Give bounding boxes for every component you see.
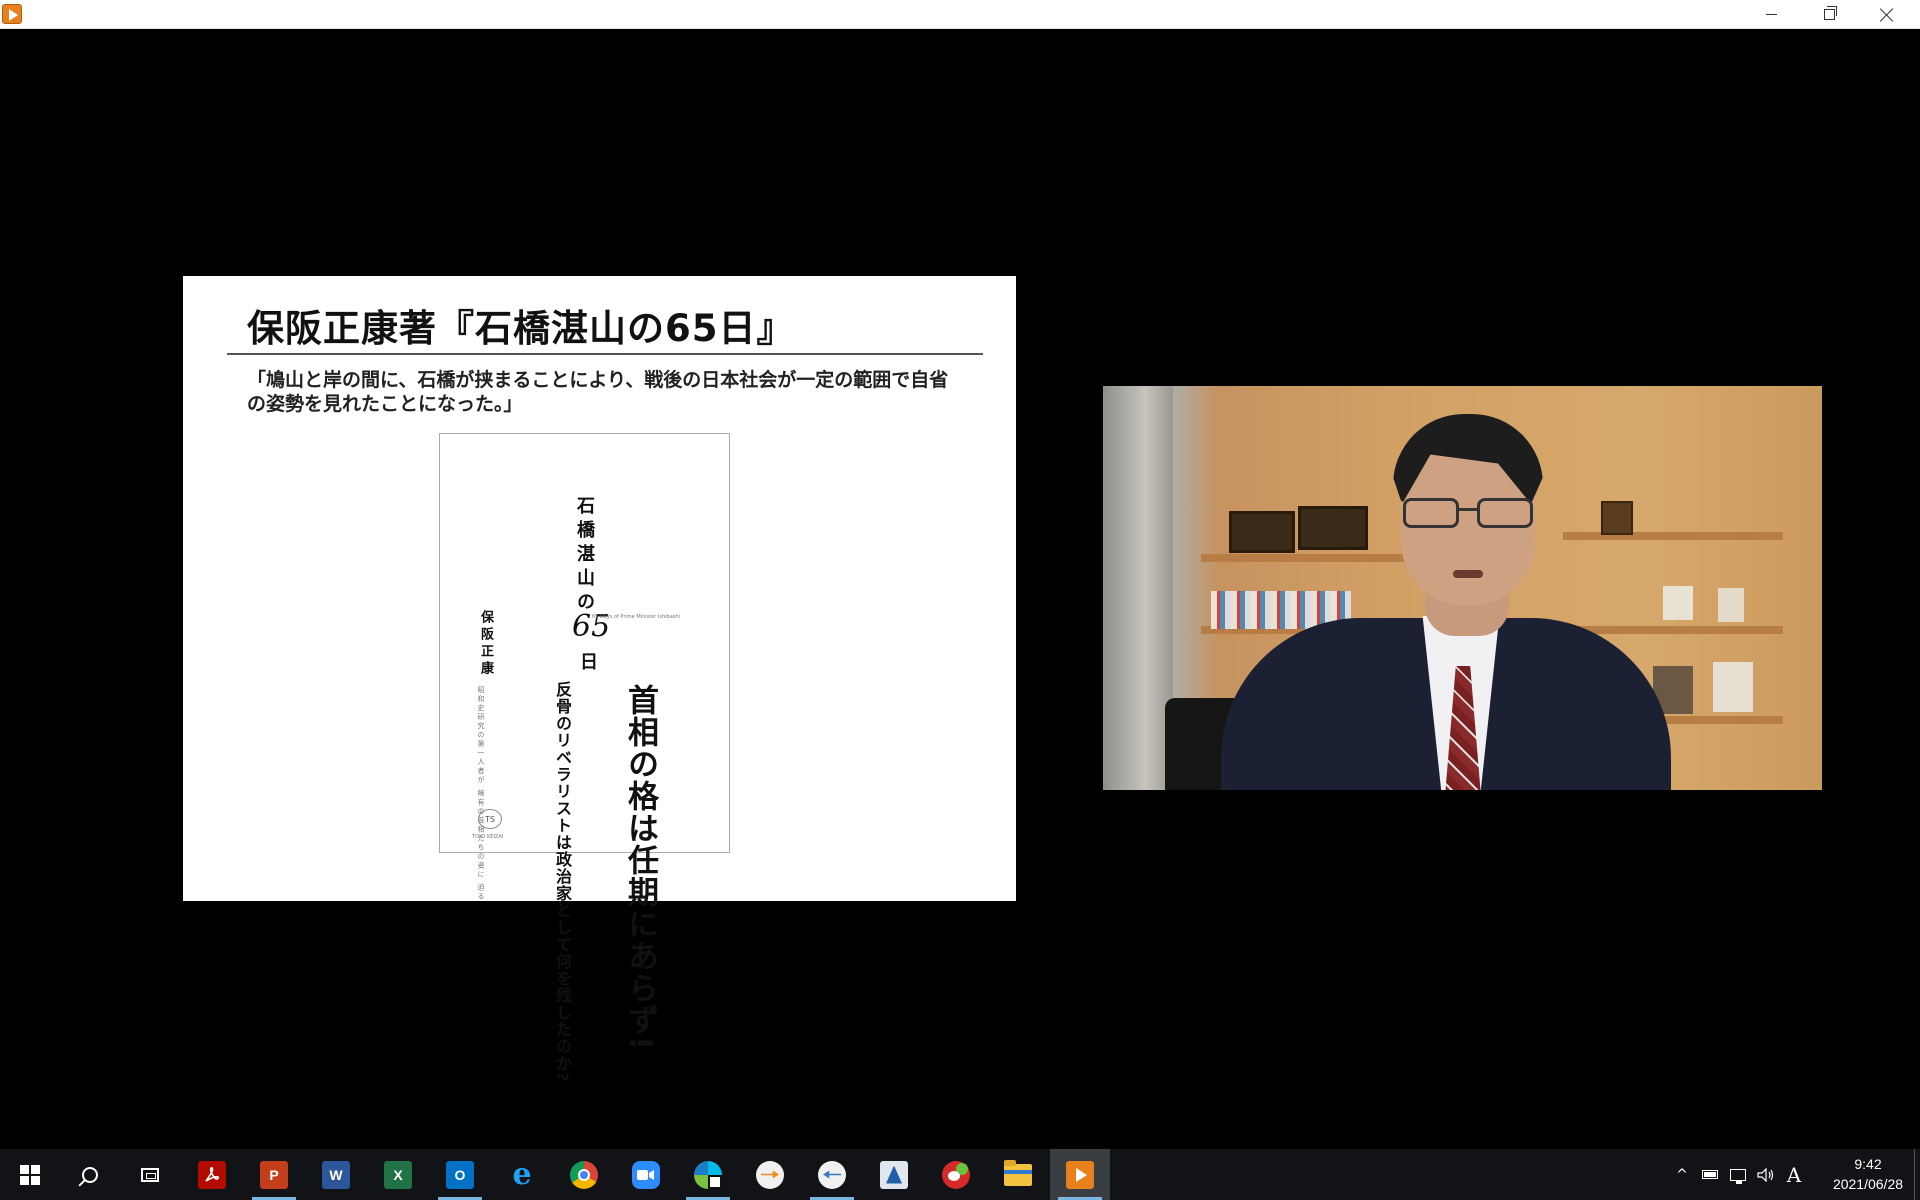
book-author: 保阪正康 <box>478 610 493 678</box>
arrow-orange-icon <box>756 1160 784 1189</box>
outlook-button[interactable]: O <box>430 1149 490 1200</box>
show-desktop-button[interactable] <box>1914 1149 1920 1200</box>
video-frame <box>1298 506 1368 550</box>
video-shelf <box>1201 554 1421 562</box>
internet-explorer-icon: e <box>512 1157 532 1192</box>
task-view-button[interactable] <box>120 1149 180 1200</box>
webex-button[interactable] <box>678 1149 738 1200</box>
word-button[interactable]: W <box>306 1149 366 1200</box>
taskbar: P W X O e ^ A 9:42 2021/06/28 <box>0 1149 1920 1200</box>
task-view-icon <box>141 1167 159 1182</box>
ime-mode-button[interactable]: A <box>1780 1149 1808 1200</box>
window-title-bar <box>0 0 1920 29</box>
acrobat-button[interactable] <box>182 1149 242 1200</box>
video-shelf <box>1563 532 1783 540</box>
chrome-button[interactable] <box>554 1149 614 1200</box>
minimize-button[interactable] <box>1742 0 1800 29</box>
close-icon <box>1880 8 1894 22</box>
word-icon: W <box>322 1160 350 1189</box>
app-chat-button[interactable] <box>926 1149 986 1200</box>
powerpoint-button[interactable]: P <box>244 1149 304 1200</box>
windows-logo-icon <box>20 1164 40 1185</box>
book-title: 石橋湛山の <box>574 496 595 616</box>
minimize-icon <box>1765 14 1777 15</box>
book-headline: 首相の格は任期にあらず! <box>622 684 658 1052</box>
speaker-glasses <box>1403 498 1535 530</box>
book-english-title: 65 Days of Prime Minister Ishibashi <box>592 614 680 620</box>
clock-time: 9:42 <box>1854 1156 1882 1172</box>
publisher-name: TOYO KEIZAI <box>472 834 504 840</box>
show-hidden-icons-button[interactable]: ^ <box>1668 1149 1696 1200</box>
media-player-button[interactable] <box>1050 1149 1110 1200</box>
volume-button[interactable] <box>1752 1149 1780 1200</box>
powerpoint-icon: P <box>260 1160 288 1189</box>
book-subtitle: 反骨のリベラリストは政治家として何を残したのか? <box>553 681 572 1083</box>
battery-icon <box>1702 1170 1718 1179</box>
edge-button[interactable]: e <box>492 1149 552 1200</box>
triangle-app-icon <box>880 1160 908 1189</box>
app-arrow-blue-button[interactable] <box>802 1149 862 1200</box>
acrobat-icon <box>198 1160 226 1189</box>
book-tagline: 昭和史研究の第一人者が 稀有の首相たちの姿に 迫る <box>477 686 485 902</box>
start-button[interactable] <box>0 1149 60 1200</box>
publisher-logo: TS <box>478 809 502 829</box>
zoom-button[interactable] <box>616 1149 676 1200</box>
excel-icon: X <box>384 1160 412 1189</box>
outlook-icon: O <box>446 1160 474 1189</box>
restore-icon <box>1823 6 1837 20</box>
arrow-blue-icon <box>818 1160 846 1189</box>
file-explorer-button[interactable] <box>988 1149 1048 1200</box>
slide-title: 保阪正康著『石橋湛山の65日』 <box>247 307 795 350</box>
media-player-app-icon[interactable] <box>2 4 22 24</box>
video-book <box>1718 588 1744 622</box>
ime-mode-label: A <box>1786 1162 1802 1187</box>
video-plaque <box>1601 501 1633 535</box>
network-button[interactable] <box>1724 1149 1752 1200</box>
excel-button[interactable]: X <box>368 1149 428 1200</box>
video-frame <box>1229 511 1295 553</box>
search-icon <box>82 1166 98 1183</box>
search-button[interactable] <box>60 1149 120 1200</box>
video-book <box>1713 662 1753 712</box>
battery-button[interactable] <box>1696 1149 1724 1200</box>
network-icon <box>1730 1168 1746 1184</box>
video-book <box>1663 586 1693 620</box>
video-curtain <box>1103 386 1173 790</box>
book-cover-image: 石橋湛山の 65 日 65 Days of Prime Minister Ish… <box>439 433 730 1082</box>
presentation-slide: 保阪正康著『石橋湛山の65日』 「鳩山と岸の間に、石橋が挟まることにより、戦後の… <box>183 276 1016 1082</box>
folder-icon <box>1004 1159 1032 1186</box>
taskbar-clock[interactable]: 9:42 2021/06/28 <box>1826 1149 1910 1200</box>
app-arrow-orange-button[interactable] <box>740 1149 800 1200</box>
system-tray: ^ A <box>1668 1149 1808 1200</box>
chrome-icon <box>570 1160 598 1189</box>
app-blue-triangle-button[interactable] <box>864 1149 924 1200</box>
restore-button[interactable] <box>1800 0 1858 29</box>
slide-divider <box>227 353 983 355</box>
speaker-video[interactable] <box>1103 386 1822 790</box>
volume-icon <box>1757 1167 1774 1182</box>
chat-app-icon <box>942 1160 970 1189</box>
clock-date: 2021/06/28 <box>1832 1176 1904 1192</box>
chevron-up-icon: ^ <box>1676 1166 1688 1183</box>
speaker-mouth <box>1453 570 1483 578</box>
media-player-icon <box>1066 1160 1094 1189</box>
webex-icon <box>694 1160 722 1189</box>
video-shelf <box>1563 626 1783 634</box>
slide-quote: 「鳩山と岸の間に、石橋が挟まることにより、戦後の日本社会が一定の範囲で自省の姿勢… <box>247 369 949 415</box>
close-button[interactable] <box>1858 0 1916 29</box>
book-title-day: 日 <box>577 652 598 670</box>
zoom-icon <box>632 1160 660 1189</box>
